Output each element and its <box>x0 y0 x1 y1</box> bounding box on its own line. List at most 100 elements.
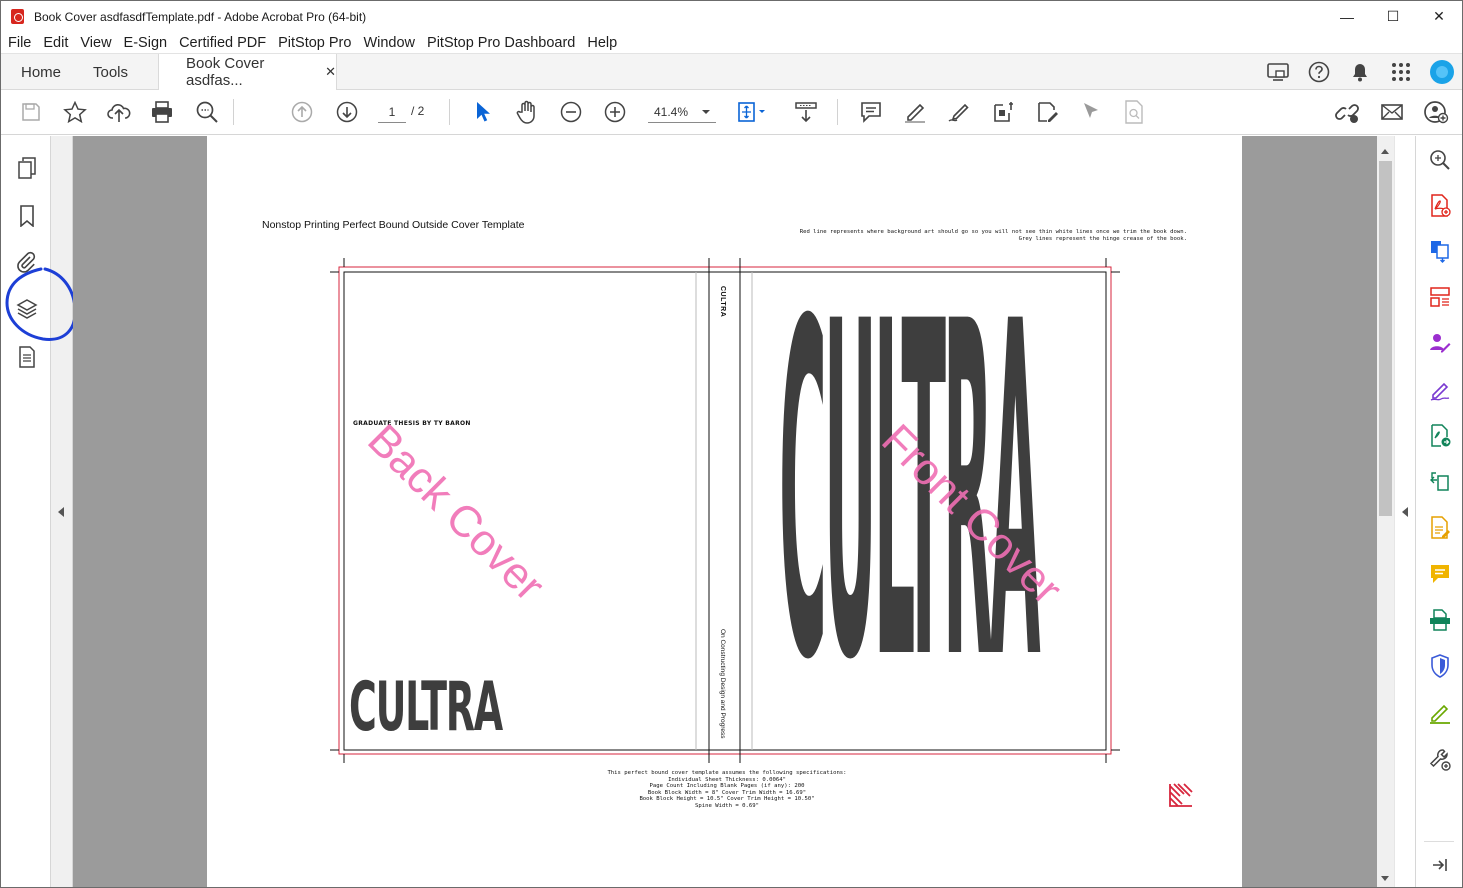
create-pdf-icon[interactable] <box>1427 193 1453 219</box>
menu-esign[interactable]: E-Sign <box>117 35 173 51</box>
apps-grid-icon[interactable] <box>1380 54 1421 90</box>
share-screen-icon[interactable] <box>1257 54 1298 90</box>
fill-and-sign-icon[interactable] <box>1427 377 1453 403</box>
notifications-bell-icon[interactable] <box>1339 54 1380 90</box>
fill-form-pen-icon[interactable] <box>1427 700 1453 726</box>
zoom-in-icon[interactable] <box>600 97 630 127</box>
previous-page-icon[interactable] <box>287 97 317 127</box>
divider <box>1424 841 1454 842</box>
scroll-mode-icon[interactable] <box>791 97 821 127</box>
search-tools-icon[interactable] <box>1427 147 1453 173</box>
fill-sign-icon[interactable] <box>1033 97 1063 127</box>
help-icon[interactable] <box>1298 54 1339 90</box>
title-bar: Book Cover asdfasdfTemplate.pdf - Adobe … <box>1 1 1462 32</box>
comment-tool-icon[interactable] <box>1427 561 1453 587</box>
printer-logo-icon <box>1169 783 1193 807</box>
acrobat-app-icon <box>11 9 24 24</box>
left-panel-collapse[interactable] <box>51 136 73 887</box>
spec-line: Book Block Width = 8" Cover Trim Width =… <box>647 789 807 796</box>
spec-line: This perfect bound cover template assume… <box>607 770 847 776</box>
menu-edit[interactable]: Edit <box>36 35 73 51</box>
template-specifications: This perfect bound cover template assume… <box>507 770 947 810</box>
upload-cloud-icon[interactable] <box>104 97 134 127</box>
expand-right-panel-arrow-icon <box>1402 507 1408 517</box>
organize-pages-icon[interactable] <box>1427 284 1453 310</box>
comment-icon[interactable] <box>856 97 886 127</box>
protect-shield-icon[interactable] <box>1427 653 1453 679</box>
zoom-level-dropdown[interactable]: 41.4% <box>648 101 716 123</box>
menu-file[interactable]: File <box>1 35 36 51</box>
select-cursor-icon[interactable] <box>468 97 498 127</box>
scrollbar-thumb[interactable] <box>1379 161 1392 516</box>
add-user-icon[interactable] <box>1421 97 1451 127</box>
spec-line: Individual Sheet Thickness: 0.0064" <box>668 776 786 783</box>
find-zoom-icon[interactable] <box>192 97 222 127</box>
page-number-input[interactable]: 1 <box>378 101 406 123</box>
tab-close-icon[interactable]: ✕ <box>325 64 336 80</box>
document-search-icon[interactable] <box>1119 97 1149 127</box>
close-window-button[interactable]: ✕ <box>1416 1 1462 32</box>
scroll-down-arrow-icon[interactable] <box>1381 876 1389 881</box>
edit-pdf-icon[interactable] <box>989 97 1019 127</box>
menu-window[interactable]: Window <box>356 35 420 51</box>
tab-bar: Home Tools Book Cover asdfas... ✕ <box>1 53 1462 90</box>
zoom-level-value: 41.4% <box>654 105 689 119</box>
spec-line: Spine Width = 0.69" <box>695 802 759 809</box>
tab-home[interactable]: Home <box>21 54 61 90</box>
print-icon[interactable] <box>147 97 177 127</box>
edit-document-icon[interactable] <box>1427 515 1453 541</box>
menu-pitstop-pro[interactable]: PitStop Pro <box>271 35 356 51</box>
front-cover-title: CULTRA <box>779 226 1041 761</box>
collapse-left-arrow-icon <box>58 507 64 517</box>
scan-ocr-icon[interactable] <box>1427 607 1453 633</box>
draw-sign-icon[interactable] <box>944 97 974 127</box>
right-panel-collapse[interactable] <box>1394 136 1416 887</box>
share-link-icon[interactable] <box>1332 97 1362 127</box>
back-cover-author-label: GRADUATE THESIS BY TY BARON <box>353 420 471 427</box>
back-cover-title: CULTRA <box>349 668 503 747</box>
bookmark-star-icon[interactable] <box>60 97 90 127</box>
email-icon[interactable] <box>1377 97 1407 127</box>
menu-certified-pdf[interactable]: Certified PDF <box>172 35 271 51</box>
tab-document-label: Book Cover asdfas... <box>186 55 265 89</box>
page-total-label: / 2 <box>411 104 425 118</box>
main-toolbar: 1 / 2 41.4% <box>1 90 1462 135</box>
zoom-out-icon[interactable] <box>556 97 586 127</box>
user-avatar[interactable] <box>1421 54 1462 90</box>
acrobat-window: Book Cover asdfasdfTemplate.pdf - Adobe … <box>0 0 1463 888</box>
hand-tool-icon[interactable] <box>512 97 542 127</box>
collapse-tools-pane-icon[interactable] <box>1427 852 1453 878</box>
right-tools-panel <box>1416 136 1462 887</box>
tab-document[interactable]: Book Cover asdfas... ✕ <box>158 54 337 90</box>
spine-title: CULTRA <box>719 286 726 318</box>
bookmarks-icon[interactable] <box>14 203 40 229</box>
highlight-pen-icon[interactable] <box>900 97 930 127</box>
next-page-icon[interactable] <box>332 97 362 127</box>
menu-help[interactable]: Help <box>580 35 622 51</box>
hand-drawn-annotation-circle <box>5 267 77 341</box>
combine-files-icon[interactable] <box>1427 238 1453 264</box>
spine-subtitle: On Constructing Design and Progress <box>719 629 726 739</box>
export-pdf-icon[interactable] <box>1427 423 1453 449</box>
spec-line: Page Count Including Blank Pages (if any… <box>649 783 805 790</box>
scroll-up-arrow-icon[interactable] <box>1381 149 1389 154</box>
request-signatures-icon[interactable] <box>1427 330 1453 356</box>
maximize-button[interactable]: ☐ <box>1370 1 1416 32</box>
menu-bar: File Edit View E-Sign Certified PDF PitS… <box>1 32 1462 53</box>
fit-page-icon[interactable] <box>737 97 767 127</box>
menu-pitstop-dashboard[interactable]: PitStop Pro Dashboard <box>420 35 580 51</box>
pointer-tool-icon[interactable] <box>1076 97 1106 127</box>
tab-tools[interactable]: Tools <box>93 54 128 90</box>
compare-files-icon[interactable] <box>1427 469 1453 495</box>
left-nav-panel <box>1 136 51 887</box>
window-title: Book Cover asdfasdfTemplate.pdf - Adobe … <box>34 9 367 24</box>
save-icon[interactable] <box>16 97 46 127</box>
chevron-down-icon <box>702 110 710 114</box>
menu-view[interactable]: View <box>73 35 116 51</box>
document-viewport[interactable]: Nonstop Printing Perfect Bound Outside C… <box>73 136 1377 887</box>
more-tools-wrench-icon[interactable] <box>1427 746 1453 772</box>
minimize-button[interactable]: — <box>1324 1 1370 32</box>
vertical-scrollbar[interactable] <box>1377 136 1394 887</box>
pdf-page: Nonstop Printing Perfect Bound Outside C… <box>207 136 1242 887</box>
page-thumbnails-icon[interactable] <box>14 155 40 181</box>
